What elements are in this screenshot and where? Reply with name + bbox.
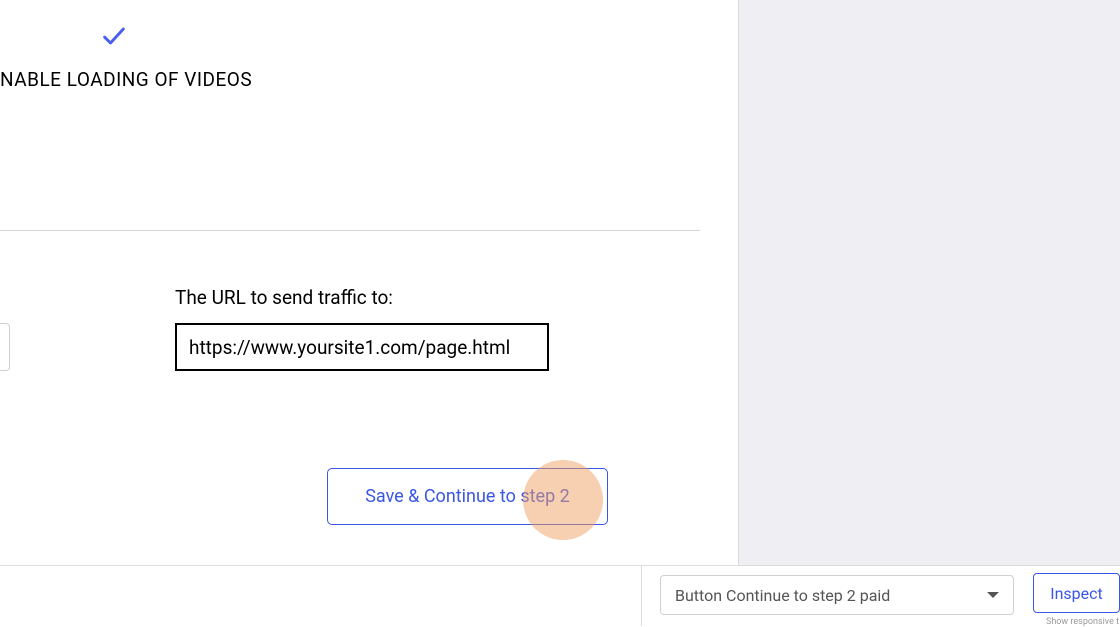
section-heading: NABLE LOADING OF VIDEOS: [0, 68, 252, 91]
chevron-down-icon: [987, 592, 999, 598]
url-input[interactable]: [175, 323, 549, 371]
dropdown-selected-text: Button Continue to step 2 paid: [675, 586, 890, 605]
save-continue-button[interactable]: Save & Continue to step 2: [327, 468, 608, 525]
left-partial-input[interactable]: [0, 323, 10, 371]
section-divider: [0, 230, 700, 231]
element-selector-dropdown[interactable]: Button Continue to step 2 paid: [660, 575, 1014, 615]
url-field-label: The URL to send traffic to:: [175, 286, 393, 309]
right-sidebar-panel: [739, 0, 1120, 565]
inspect-button-label: Inspect: [1050, 584, 1103, 603]
inspect-button[interactable]: Inspect: [1033, 573, 1120, 613]
bottom-divider: [641, 565, 642, 626]
main-content-area: NABLE LOADING OF VIDEOS The URL to send …: [0, 0, 739, 565]
checkmark-icon: [100, 22, 128, 50]
save-continue-label: Save & Continue to step 2: [365, 486, 570, 507]
